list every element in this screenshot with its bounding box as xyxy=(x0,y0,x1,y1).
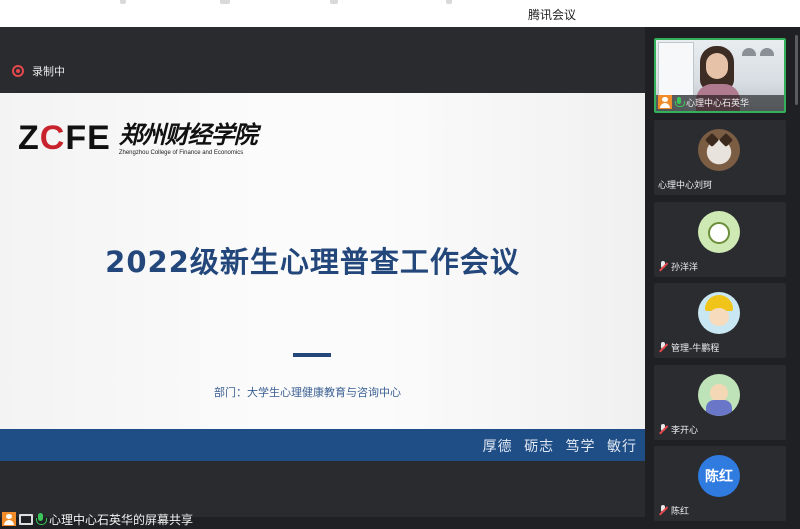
logo-mark: ZCFE xyxy=(18,119,111,157)
participant-tile[interactable]: 陈红 陈红 xyxy=(654,446,786,521)
recording-indicator[interactable]: 录制中 xyxy=(12,63,65,79)
screen-share-area[interactable]: 录制中 ZCFE 郑州财经学院 Zhengzhou College of Fin… xyxy=(0,27,645,517)
participant-tile[interactable]: 管理-牛鹏程 xyxy=(654,283,786,358)
participant-tile[interactable]: 孙洋洋 xyxy=(654,202,786,277)
slide-department: 部门：大学生心理健康教育与咨询中心 xyxy=(214,386,401,399)
screen-share-icon xyxy=(19,513,33,525)
participant-name: 心理中心刘珂 xyxy=(658,181,713,191)
host-badge-icon xyxy=(2,512,16,526)
cartoon-avatar-icon xyxy=(698,292,740,334)
titlebar-decoration xyxy=(220,0,230,4)
microphone-muted-icon xyxy=(658,261,668,272)
recording-label: 录制中 xyxy=(32,65,65,78)
participant-tile[interactable]: 心理中心石英华 xyxy=(654,38,786,113)
logo-name-en: Zhengzhou College of Finance and Economi… xyxy=(118,150,244,156)
logo-name-cn: 郑州财经学院 xyxy=(118,120,258,149)
host-badge-icon xyxy=(658,95,672,109)
titlebar-decoration xyxy=(120,0,126,4)
video-feed: 心理中心石英华 xyxy=(656,40,784,111)
participant-name-row: 心理中心石英华 xyxy=(658,95,749,109)
participant-name-row: 孙洋洋 xyxy=(658,260,698,273)
participant-name: 孙洋洋 xyxy=(671,263,699,273)
participant-name: 李开心 xyxy=(671,426,699,436)
shared-slide: ZCFE 郑州财经学院 Zhengzhou College of Finance… xyxy=(0,93,645,461)
cartoon-avatar-icon xyxy=(698,211,740,253)
titlebar-decoration xyxy=(446,0,452,4)
background-window xyxy=(658,42,694,96)
microphone-muted-icon xyxy=(658,424,668,435)
text-avatar: 陈红 xyxy=(698,455,740,497)
microphone-on-icon xyxy=(675,96,685,108)
slide-title: 2022级新生心理普查工作会议 xyxy=(105,245,520,279)
title-divider xyxy=(293,353,331,357)
participant-name-row: 管理-牛鹏程 xyxy=(658,341,719,354)
microphone-muted-icon xyxy=(658,505,668,516)
title-bar: 腾讯会议 xyxy=(0,0,800,27)
share-status-label: 心理中心石英华的屏幕共享 xyxy=(49,512,194,527)
participant-name: 管理-牛鹏程 xyxy=(671,344,720,354)
participant-name: 心理中心石英华 xyxy=(686,98,750,109)
logo-text: 郑州财经学院 Zhengzhou College of Finance and … xyxy=(118,120,258,157)
screen-share-status[interactable]: 心理中心石英华的屏幕共享 xyxy=(0,509,193,529)
microphone-muted-icon xyxy=(658,342,668,353)
slide-motto: 厚德 砺志 笃学 敏行 xyxy=(482,439,637,455)
cat-avatar-icon xyxy=(698,129,740,171)
background-lamp xyxy=(760,48,774,56)
participant-panel[interactable]: 心理中心石英华 心理中心刘珂 孙洋洋 管理-牛鹏程 李开心 陈红 陈红 xyxy=(645,27,800,529)
participant-tile[interactable]: 李开心 xyxy=(654,365,786,440)
avatar-initials: 陈红 xyxy=(705,469,733,485)
participant-name-row: 陈红 xyxy=(658,504,689,517)
participant-name-row: 心理中心刘珂 xyxy=(658,178,712,191)
cartoon-avatar-icon xyxy=(698,374,740,416)
app-title: 腾讯会议 xyxy=(528,8,577,22)
slide-footer-band: 厚德 砺志 笃学 敏行 xyxy=(0,429,645,461)
person-face xyxy=(706,53,728,79)
panel-scrollbar[interactable] xyxy=(795,35,798,105)
participant-tile[interactable]: 心理中心刘珂 xyxy=(654,120,786,195)
participant-name-row: 李开心 xyxy=(658,423,698,436)
microphone-icon xyxy=(36,513,47,525)
participant-name: 陈红 xyxy=(671,507,690,517)
record-icon xyxy=(12,65,24,77)
titlebar-decoration xyxy=(330,0,338,4)
background-lamp xyxy=(742,48,756,56)
college-logo: ZCFE 郑州财经学院 Zhengzhou College of Finance… xyxy=(18,119,258,157)
meeting-window: 腾讯会议 录制中 ZCFE 郑州财经学院 Zhengzhou College o… xyxy=(0,0,800,529)
